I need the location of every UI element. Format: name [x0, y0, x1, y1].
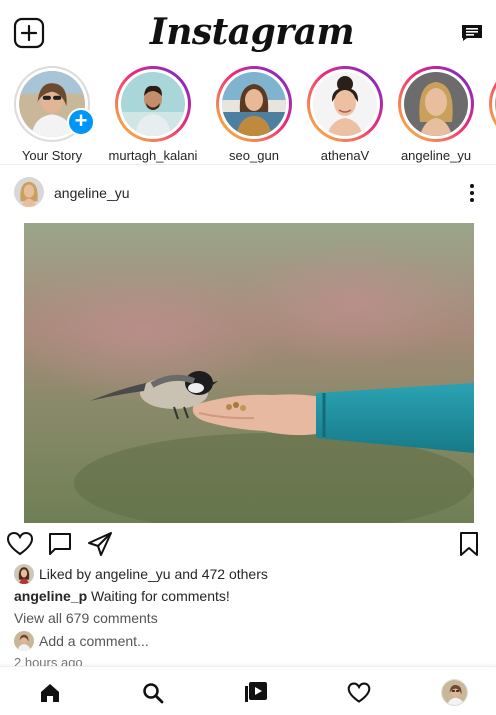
- add-comment-row[interactable]: Add a comment...: [14, 631, 149, 651]
- home-icon: [41, 684, 59, 702]
- avatar[interactable]: [14, 177, 44, 207]
- heart-icon: [347, 682, 371, 703]
- story-label: angeline_yu: [400, 148, 472, 163]
- story-label: seo_gun: [229, 148, 279, 163]
- nav-search[interactable]: [141, 681, 165, 705]
- stories-tray: + Your Story murtagh_kalani seo_gun athe…: [0, 64, 496, 164]
- bottom-navigation: [0, 666, 496, 715]
- story-ring: [489, 66, 496, 142]
- more-vertical-icon: [470, 184, 474, 202]
- logo-text: Instagram: [149, 11, 355, 53]
- caption-text: Waiting for comments!: [91, 588, 230, 604]
- new-post-button[interactable]: [13, 17, 45, 49]
- post-username[interactable]: angeline_yu: [54, 185, 130, 201]
- story-seo-gun[interactable]: seo_gun: [209, 66, 299, 163]
- avatar: [121, 72, 185, 136]
- caption-username[interactable]: angeline_p: [14, 588, 87, 604]
- reels-icon: [245, 682, 267, 702]
- plus-icon: +: [69, 110, 93, 134]
- post-caption: angeline_p Waiting for comments!: [14, 588, 230, 604]
- bird-on-hand-photo: [24, 223, 474, 523]
- like-button[interactable]: [6, 530, 34, 558]
- nav-home[interactable]: [38, 681, 62, 705]
- avatar: [14, 631, 34, 651]
- more-options-button[interactable]: [466, 183, 478, 203]
- view-all-comments-link[interactable]: View all 679 comments: [14, 610, 158, 626]
- direct-messages-button[interactable]: [461, 24, 483, 42]
- liked-prefix: Liked by: [39, 566, 96, 582]
- avatar: [313, 72, 377, 136]
- save-button[interactable]: [455, 530, 483, 558]
- story-label: Your Story: [21, 148, 83, 163]
- bookmark-icon: [460, 532, 478, 556]
- story-murtagh-kalani[interactable]: murtagh_kalani: [108, 66, 198, 163]
- story-angeline-yu[interactable]: angeline_yu: [391, 66, 481, 163]
- avatar: [442, 680, 467, 705]
- story-your-story[interactable]: + Your Story: [7, 66, 97, 163]
- top-bar: Instagram: [0, 0, 496, 64]
- story-ring: [307, 66, 383, 142]
- add-comment-input[interactable]: Add a comment...: [39, 633, 149, 649]
- share-button[interactable]: [86, 530, 114, 558]
- story-athenav[interactable]: athenaV: [300, 66, 390, 163]
- nav-profile[interactable]: [441, 679, 468, 706]
- avatar: [404, 72, 468, 136]
- story-label: athenaV: [320, 148, 370, 163]
- heart-icon: [6, 531, 34, 556]
- comment-icon: [49, 533, 71, 555]
- plus-square-icon: [13, 17, 45, 49]
- send-icon: [88, 532, 112, 556]
- likes-summary[interactable]: Liked by angeline_yu and 472 others: [14, 564, 268, 584]
- comment-button[interactable]: [46, 530, 74, 558]
- post-actions: [0, 530, 496, 560]
- nav-reels[interactable]: [244, 681, 268, 705]
- add-story-button[interactable]: +: [67, 108, 95, 136]
- avatar: [222, 72, 286, 136]
- search-icon: [143, 683, 164, 704]
- nav-activity[interactable]: [347, 681, 371, 705]
- post-header: angeline_yu: [0, 175, 496, 211]
- story-ring: [398, 66, 474, 142]
- story-partial[interactable]: [482, 66, 496, 142]
- story-label: murtagh_kalani: [108, 148, 198, 163]
- liked-suffix[interactable]: and 472 others: [171, 566, 267, 582]
- story-ring: [216, 66, 292, 142]
- liked-user[interactable]: angeline_yu: [95, 566, 171, 582]
- post-image[interactable]: [24, 223, 474, 523]
- story-ring: [115, 66, 191, 142]
- message-icon: [462, 25, 482, 41]
- instagram-logo: Instagram: [150, 0, 355, 64]
- avatar: [14, 564, 34, 584]
- stories-divider: [0, 164, 496, 165]
